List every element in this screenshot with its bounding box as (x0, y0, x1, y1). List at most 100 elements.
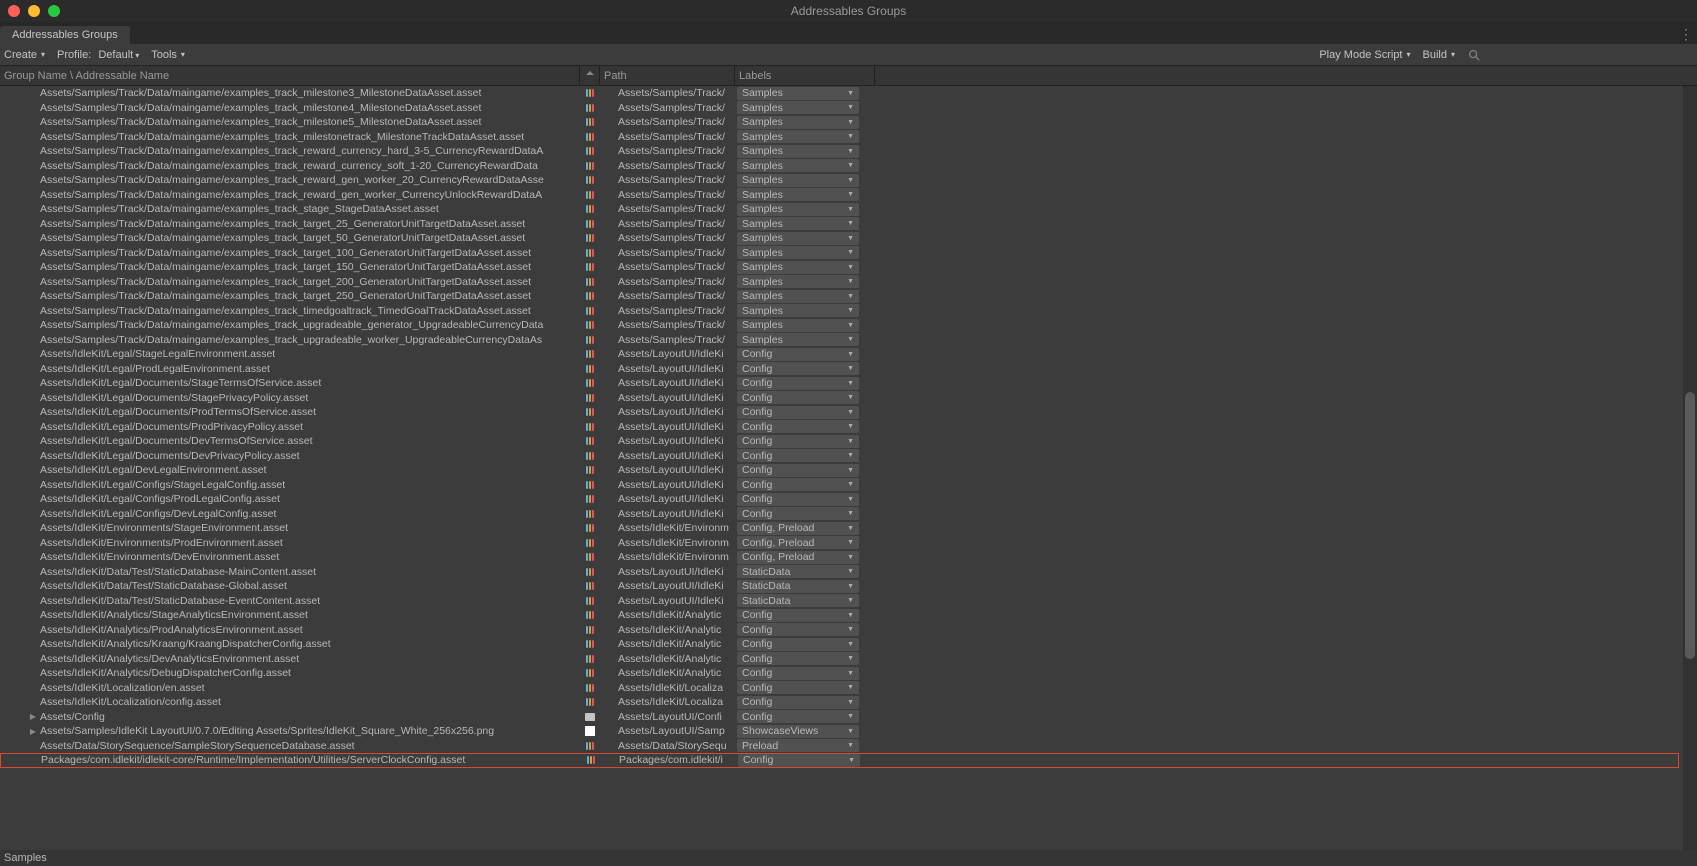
table-row[interactable]: Assets/Data/StorySequence/SampleStorySeq… (0, 739, 1679, 754)
labels-dropdown[interactable]: Config▼ (737, 609, 859, 622)
table-row[interactable]: Assets/Samples/Track/Data/maingame/examp… (0, 144, 1679, 159)
labels-dropdown[interactable]: Samples▼ (737, 304, 859, 317)
table-row[interactable]: Assets/IdleKit/Legal/Documents/StageTerm… (0, 376, 1679, 391)
labels-dropdown[interactable]: Config▼ (737, 696, 859, 709)
table-row[interactable]: Assets/Samples/Track/Data/maingame/examp… (0, 115, 1679, 130)
close-button[interactable] (8, 5, 20, 17)
labels-dropdown[interactable]: Samples▼ (737, 203, 859, 216)
table-row[interactable]: Assets/IdleKit/Analytics/DevAnalyticsEnv… (0, 652, 1679, 667)
labels-dropdown[interactable]: Config, Preload▼ (737, 536, 859, 549)
table-row[interactable]: Assets/IdleKit/Data/Test/StaticDatabase-… (0, 594, 1679, 609)
table-row[interactable]: Assets/IdleKit/Localization/config.asset… (0, 695, 1679, 710)
table-row[interactable]: Assets/IdleKit/Legal/Documents/ProdTerms… (0, 405, 1679, 420)
table-row[interactable]: Assets/IdleKit/Data/Test/StaticDatabase-… (0, 579, 1679, 594)
table-row[interactable]: Assets/Samples/Track/Data/maingame/examp… (0, 159, 1679, 174)
table-row[interactable]: Assets/IdleKit/Legal/Configs/ProdLegalCo… (0, 492, 1679, 507)
labels-dropdown[interactable]: Samples▼ (737, 217, 859, 230)
table-row[interactable]: Assets/Samples/Track/Data/maingame/examp… (0, 289, 1679, 304)
labels-dropdown[interactable]: Config▼ (737, 667, 859, 680)
labels-dropdown[interactable]: Samples▼ (737, 130, 859, 143)
labels-dropdown[interactable]: Config▼ (737, 478, 859, 491)
table-row[interactable]: Assets/Samples/Track/Data/maingame/examp… (0, 275, 1679, 290)
labels-dropdown[interactable]: Samples▼ (737, 101, 859, 114)
labels-dropdown[interactable]: Config, Preload▼ (737, 522, 859, 535)
labels-dropdown[interactable]: Config▼ (737, 493, 859, 506)
header-name[interactable]: Group Name \ Addressable Name (0, 66, 580, 85)
vertical-scrollbar[interactable] (1683, 86, 1697, 850)
labels-dropdown[interactable]: Config▼ (737, 348, 859, 361)
labels-dropdown[interactable]: Samples▼ (737, 188, 859, 201)
table-row[interactable]: Assets/Samples/Track/Data/maingame/examp… (0, 318, 1679, 333)
labels-dropdown[interactable]: Config▼ (737, 623, 859, 636)
labels-dropdown[interactable]: Config▼ (737, 362, 859, 375)
labels-dropdown[interactable]: ShowcaseViews▼ (737, 725, 859, 738)
table-row[interactable]: Assets/IdleKit/Legal/Configs/StageLegalC… (0, 478, 1679, 493)
expand-icon[interactable]: ▶ (30, 712, 36, 721)
table-row[interactable]: Assets/Samples/Track/Data/maingame/examp… (0, 188, 1679, 203)
labels-dropdown[interactable]: Config▼ (737, 464, 859, 477)
table-row[interactable]: Assets/Samples/Track/Data/maingame/examp… (0, 101, 1679, 116)
table-row[interactable]: ▶Assets/Samples/IdleKit LayoutUI/0.7.0/E… (0, 724, 1679, 739)
table-row[interactable]: Assets/IdleKit/Analytics/Kraang/KraangDi… (0, 637, 1679, 652)
maximize-button[interactable] (48, 5, 60, 17)
scrollbar-thumb[interactable] (1685, 392, 1695, 659)
table-row[interactable]: Assets/IdleKit/Analytics/StageAnalyticsE… (0, 608, 1679, 623)
create-dropdown[interactable]: Create (4, 49, 45, 61)
header-icon[interactable] (580, 66, 600, 85)
labels-dropdown[interactable]: Samples▼ (737, 319, 859, 332)
table-row[interactable]: Assets/Samples/Track/Data/maingame/examp… (0, 304, 1679, 319)
profile-dropdown[interactable]: Profile: Default (57, 49, 139, 61)
table-row[interactable]: Assets/IdleKit/Legal/Documents/DevPrivac… (0, 449, 1679, 464)
labels-dropdown[interactable]: Samples▼ (737, 232, 859, 245)
labels-dropdown[interactable]: Config▼ (737, 681, 859, 694)
table-row[interactable]: Assets/Samples/Track/Data/maingame/examp… (0, 130, 1679, 145)
table-row[interactable]: Assets/Samples/Track/Data/maingame/examp… (0, 202, 1679, 217)
table-row[interactable]: Packages/com.idlekit/idlekit-core/Runtim… (0, 753, 1679, 768)
labels-dropdown[interactable]: Samples▼ (737, 275, 859, 288)
table-row[interactable]: Assets/IdleKit/Localization/en.assetAsse… (0, 681, 1679, 696)
labels-dropdown[interactable]: Samples▼ (737, 246, 859, 259)
labels-dropdown[interactable]: Config▼ (737, 406, 859, 419)
table-row[interactable]: Assets/IdleKit/Legal/Configs/DevLegalCon… (0, 507, 1679, 522)
labels-dropdown[interactable]: Samples▼ (737, 261, 859, 274)
table-row[interactable]: Assets/IdleKit/Environments/ProdEnvironm… (0, 536, 1679, 551)
labels-dropdown[interactable]: Config▼ (737, 391, 859, 404)
table-row[interactable]: Assets/Samples/Track/Data/maingame/examp… (0, 260, 1679, 275)
table-row[interactable]: Assets/IdleKit/Legal/Documents/ProdPriva… (0, 420, 1679, 435)
tab-addressables-groups[interactable]: Addressables Groups (0, 26, 130, 44)
table-row[interactable]: Assets/IdleKit/Legal/Documents/StagePriv… (0, 391, 1679, 406)
labels-dropdown[interactable]: StaticData▼ (737, 565, 859, 578)
labels-dropdown[interactable]: Preload▼ (737, 739, 859, 752)
labels-dropdown[interactable]: Config▼ (737, 638, 859, 651)
header-path[interactable]: Path (600, 66, 735, 85)
table-row[interactable]: Assets/IdleKit/Analytics/ProdAnalyticsEn… (0, 623, 1679, 638)
labels-dropdown[interactable]: StaticData▼ (737, 594, 859, 607)
table-row[interactable]: Assets/IdleKit/Legal/ProdLegalEnvironmen… (0, 362, 1679, 377)
labels-dropdown[interactable]: Samples▼ (737, 174, 859, 187)
table-row[interactable]: Assets/IdleKit/Legal/Documents/DevTermsO… (0, 434, 1679, 449)
play-mode-dropdown[interactable]: Play Mode Script (1319, 49, 1410, 61)
labels-dropdown[interactable]: Samples▼ (737, 290, 859, 303)
table-row[interactable]: Assets/IdleKit/Legal/DevLegalEnvironment… (0, 463, 1679, 478)
table-row[interactable]: Assets/IdleKit/Environments/StageEnviron… (0, 521, 1679, 536)
table-row[interactable]: Assets/IdleKit/Analytics/DebugDispatcher… (0, 666, 1679, 681)
labels-dropdown[interactable]: Config▼ (737, 710, 859, 723)
table-row[interactable]: ▶Assets/ConfigAssets/LayoutUI/ConfiConfi… (0, 710, 1679, 725)
build-dropdown[interactable]: Build (1423, 49, 1455, 61)
labels-dropdown[interactable]: Config▼ (737, 507, 859, 520)
tools-dropdown[interactable]: Tools (151, 49, 185, 61)
labels-dropdown[interactable]: Config▼ (737, 435, 859, 448)
labels-dropdown[interactable]: Config▼ (737, 449, 859, 462)
table-row[interactable]: Assets/Samples/Track/Data/maingame/examp… (0, 231, 1679, 246)
table-row[interactable]: Assets/IdleKit/Legal/StageLegalEnvironme… (0, 347, 1679, 362)
expand-icon[interactable]: ▶ (30, 727, 36, 736)
table-row[interactable]: Assets/Samples/Track/Data/maingame/examp… (0, 217, 1679, 232)
labels-dropdown[interactable]: Config, Preload▼ (737, 551, 859, 564)
header-labels[interactable]: Labels (735, 66, 875, 85)
table-row[interactable]: Assets/IdleKit/Data/Test/StaticDatabase-… (0, 565, 1679, 580)
labels-dropdown[interactable]: Samples▼ (737, 159, 859, 172)
labels-dropdown[interactable]: Samples▼ (737, 116, 859, 129)
table-row[interactable]: Assets/Samples/Track/Data/maingame/examp… (0, 173, 1679, 188)
table-row[interactable]: Assets/IdleKit/Environments/DevEnvironme… (0, 550, 1679, 565)
labels-dropdown[interactable]: StaticData▼ (737, 580, 859, 593)
